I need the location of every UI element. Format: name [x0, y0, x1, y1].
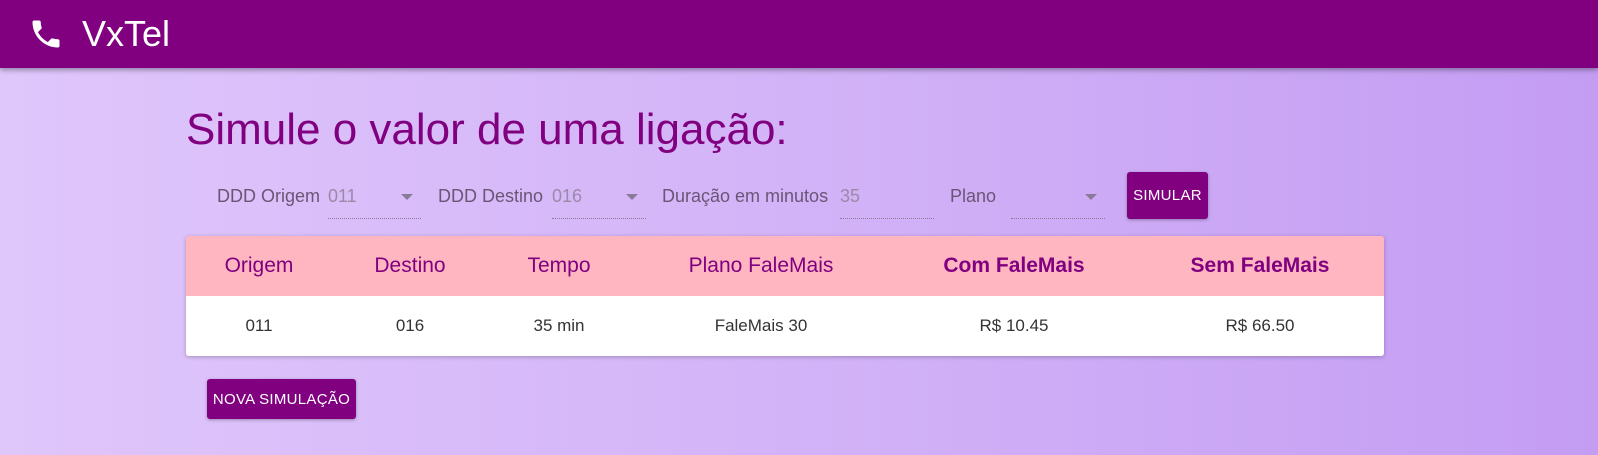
nova-simulacao-button[interactable]: NOVA SIMULAÇÃO	[207, 379, 356, 419]
ddd-origem-select[interactable]: 011	[328, 178, 421, 219]
cell-sem-falemais: R$ 66.50	[1225, 316, 1295, 335]
simular-button[interactable]: SIMULAR	[1127, 172, 1208, 219]
cell-plano: FaleMais 30	[714, 316, 808, 335]
cell-com-falemais: R$ 10.45	[979, 316, 1049, 335]
plano-select[interactable]	[1011, 178, 1105, 219]
app-bar: VxTel	[0, 0, 1598, 68]
header-sem-falemais: Sem FaleMais	[1190, 254, 1330, 277]
page-title: Simule o valor de uma ligação:	[186, 105, 788, 154]
header-com-falemais: Com FaleMais	[943, 254, 1085, 277]
chevron-down-icon	[401, 194, 413, 200]
cell-origem: 011	[245, 316, 273, 335]
cell-tempo: 35 min	[533, 316, 585, 335]
ddd-destino-select[interactable]: 016	[552, 178, 646, 219]
plano-label: Plano	[950, 186, 997, 206]
ddd-destino-value: 016	[552, 186, 583, 206]
chevron-down-icon	[626, 194, 638, 200]
chevron-down-icon	[1085, 194, 1097, 200]
header-destino: Destino	[374, 254, 446, 277]
phone-icon	[32, 20, 60, 48]
header-plano: Plano FaleMais	[688, 254, 834, 277]
ddd-origem-value: 011	[328, 186, 357, 206]
duracao-label: Duração em minutos	[662, 186, 829, 206]
ddd-origem-label: DDD Origem	[217, 186, 321, 206]
duracao-value: 35	[840, 186, 861, 206]
ddd-destino-label: DDD Destino	[438, 186, 544, 206]
table-row: 011 016 35 min FaleMais 30 R$ 10.45 R$ 6…	[186, 296, 1384, 356]
cell-destino: 016	[395, 316, 425, 335]
table-header-row: Origem Destino Tempo Plano FaleMais Com …	[186, 236, 1384, 296]
brand-title: VxTel	[82, 13, 171, 54]
results-table: Origem Destino Tempo Plano FaleMais Com …	[186, 236, 1384, 356]
duracao-input[interactable]: 35	[840, 178, 934, 219]
header-origem: Origem	[224, 254, 294, 277]
header-tempo: Tempo	[527, 254, 591, 277]
